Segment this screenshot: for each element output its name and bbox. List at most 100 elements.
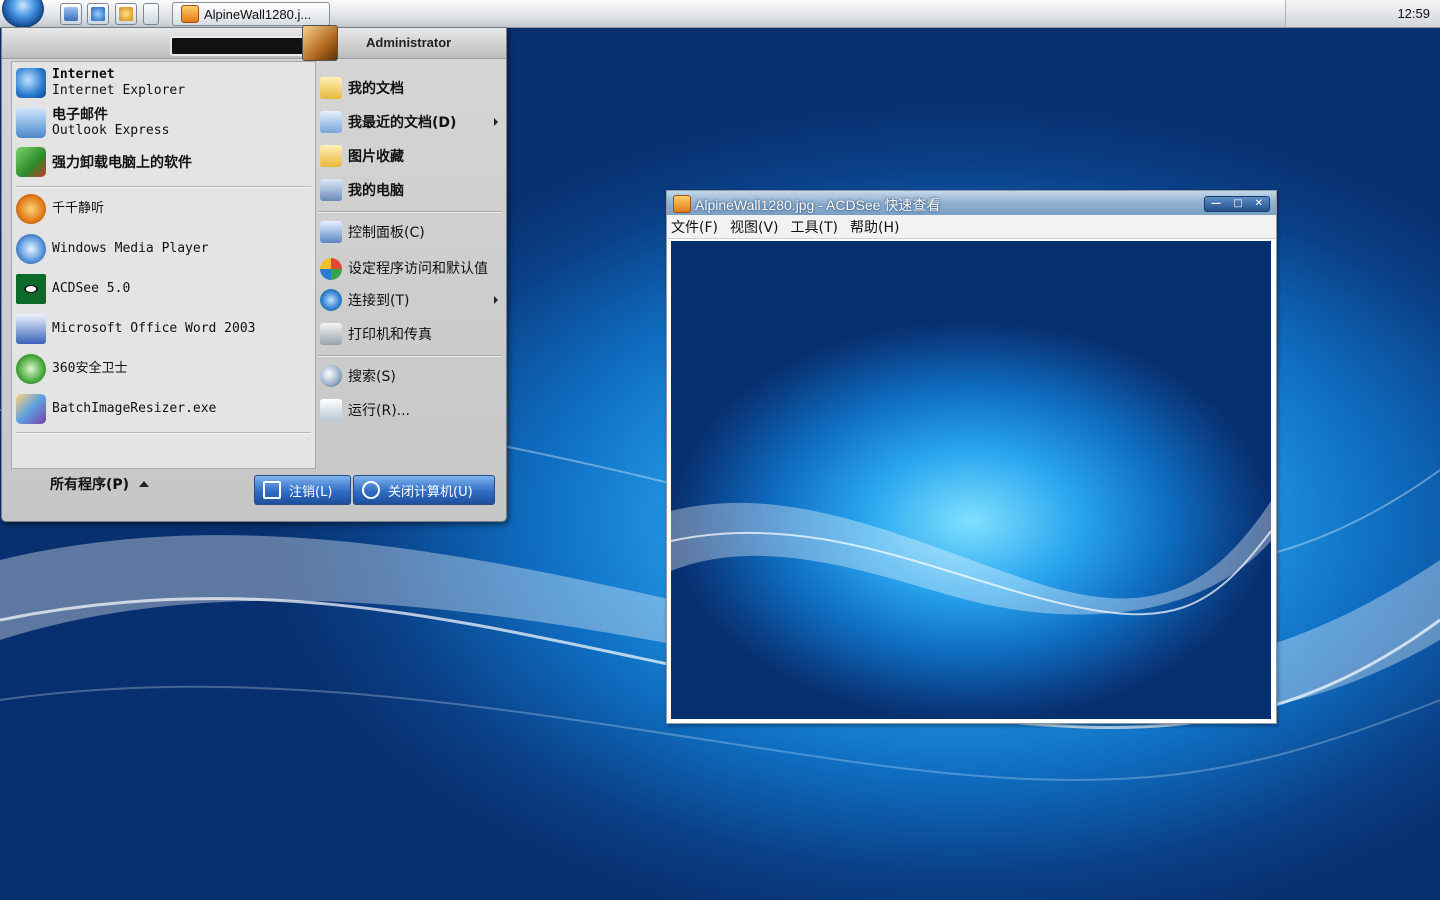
divider (318, 211, 502, 213)
ttplayer-icon (16, 194, 46, 224)
recent-acdsee[interactable]: ACDSee 5.0 (16, 272, 311, 306)
start-menu-places: 我的文档 我最近的文档(D) 图片收藏 我的电脑 控制面板(C) 设定程序访问和… (314, 61, 504, 467)
recent-ttplayer[interactable]: 千千静听 (16, 192, 311, 226)
run-icon (320, 399, 342, 421)
acdsee-icon (16, 274, 46, 304)
uninstaller-icon (16, 147, 46, 177)
pinned-subtitle: Internet Explorer (52, 83, 186, 98)
acdsee-icon (181, 5, 199, 23)
place-my-computer[interactable]: 我的电脑 (320, 177, 502, 203)
menu-tools[interactable]: 工具(T) (791, 217, 838, 237)
place-control-panel[interactable]: 控制面板(C) (320, 219, 502, 245)
close-button[interactable]: ✕ (1255, 198, 1263, 210)
place-label: 我的文档 (348, 81, 404, 97)
chevron-right-icon (494, 296, 498, 304)
place-pictures[interactable]: 图片收藏 (320, 143, 502, 169)
pinned-uninstaller[interactable]: 强力卸载电脑上的软件 (16, 146, 311, 178)
place-label: 图片收藏 (348, 149, 404, 165)
pinned-subtitle: Outlook Express (52, 123, 170, 138)
recent-word[interactable]: Microsoft Office Word 2003 (16, 312, 311, 346)
quick-launch-separator (143, 3, 159, 25)
media-icon[interactable] (115, 3, 137, 25)
place-connect-to[interactable]: 连接到(T) (320, 287, 502, 313)
user-banner (170, 36, 306, 56)
menu-view[interactable]: 视图(V) (730, 217, 779, 237)
acdsee-window: AlpineWall1280.jpg - ACDSee 快速查看 — □ ✕ 文… (666, 190, 1277, 724)
window-controls: — □ ✕ (1204, 196, 1270, 212)
recent-label: ACDSee 5.0 (52, 281, 131, 296)
place-label: 连接到(T) (348, 293, 410, 309)
chevron-up-icon (139, 481, 150, 487)
internet-explorer-icon (16, 68, 46, 98)
recent-label: Microsoft Office Word 2003 (52, 321, 256, 336)
outlook-express-icon (16, 108, 46, 138)
maximize-button[interactable]: □ (1233, 198, 1242, 210)
pinned-title: 电子邮件 (52, 107, 108, 123)
recent-label: 360安全卫士 (52, 361, 128, 376)
connect-to-icon (320, 289, 342, 311)
power-icon (362, 481, 380, 499)
place-label: 运行(R)... (348, 403, 411, 419)
pinned-title: Internet (52, 67, 115, 82)
start-menu-header: Administrator (2, 25, 506, 61)
pinned-internet-explorer[interactable]: Internet Internet Explorer (16, 66, 311, 100)
all-programs-label: 所有程序(P) (50, 477, 130, 493)
internet-explorer-icon[interactable] (87, 3, 109, 25)
recent-label: 千千静听 (52, 201, 105, 216)
place-label: 控制面板(C) (348, 225, 425, 241)
place-recent-documents[interactable]: 我最近的文档(D) (320, 109, 502, 135)
control-panel-icon (320, 221, 342, 243)
divider (16, 432, 311, 434)
minimize-button[interactable]: — (1211, 198, 1221, 210)
batch-image-resizer-icon (16, 394, 46, 424)
divider (318, 355, 502, 357)
pinned-title: 强力卸载电脑上的软件 (52, 155, 192, 171)
windows-media-player-icon (16, 234, 46, 264)
menu-bar: 文件(F) 视图(V) 工具(T) 帮助(H) (667, 215, 1276, 239)
place-label: 设定程序访问和默认值 (348, 260, 488, 277)
recent-windows-media-player[interactable]: Windows Media Player (16, 232, 311, 266)
menu-help[interactable]: 帮助(H) (850, 217, 899, 237)
avatar[interactable] (302, 25, 338, 61)
search-icon (320, 365, 342, 387)
preview-image (671, 501, 1271, 616)
acdsee-icon (673, 195, 691, 213)
system-tray: 12:59 (1285, 0, 1440, 27)
recent-batch-image-resizer[interactable]: BatchImageResizer.exe (16, 392, 311, 426)
clock[interactable]: 12:59 (1397, 6, 1430, 21)
pinned-email[interactable]: 电子邮件 Outlook Express (16, 106, 311, 140)
shutdown-button[interactable]: 关闭计算机(U) (353, 475, 495, 505)
360-safe-icon (16, 354, 46, 384)
start-menu-programs: Internet Internet Explorer 电子邮件 Outlook … (11, 61, 316, 493)
recent-label: Windows Media Player (52, 241, 209, 256)
user-name: Administrator (366, 35, 452, 50)
menu-file[interactable]: 文件(F) (671, 217, 718, 237)
place-printers[interactable]: 打印机和传真 (320, 321, 502, 347)
logoff-label: 注销(L) (289, 484, 333, 500)
taskbar-task-label: AlpineWall1280.j... (204, 6, 312, 22)
place-run[interactable]: 运行(R)... (320, 397, 502, 423)
place-search[interactable]: 搜索(S) (320, 363, 502, 389)
all-programs-button[interactable]: 所有程序(P) (50, 474, 150, 494)
recent-360-safe[interactable]: 360安全卫士 (16, 352, 311, 386)
logoff-button[interactable]: 注销(L) (254, 475, 351, 505)
word-icon (16, 314, 46, 344)
taskbar: AlpineWall1280.j... 12:59 (0, 0, 1440, 28)
shutdown-label: 关闭计算机(U) (388, 484, 473, 500)
place-program-defaults[interactable]: 设定程序访问和默认值 (320, 249, 502, 289)
place-label: 打印机和传真 (348, 327, 432, 343)
place-my-documents[interactable]: 我的文档 (320, 75, 502, 101)
start-button[interactable] (2, 0, 44, 28)
documents-folder-icon (320, 77, 342, 99)
window-titlebar[interactable]: AlpineWall1280.jpg - ACDSee 快速查看 — □ ✕ (667, 191, 1276, 215)
recent-documents-icon (320, 111, 342, 133)
key-icon (263, 481, 281, 499)
show-desktop-icon[interactable] (60, 3, 82, 25)
image-viewport[interactable] (671, 241, 1271, 719)
divider (16, 186, 311, 188)
taskbar-task-acdsee[interactable]: AlpineWall1280.j... (172, 2, 330, 26)
chevron-right-icon (494, 118, 498, 126)
my-computer-icon (320, 179, 342, 201)
place-label: 我的电脑 (348, 183, 404, 199)
recent-label: BatchImageResizer.exe (52, 401, 217, 416)
